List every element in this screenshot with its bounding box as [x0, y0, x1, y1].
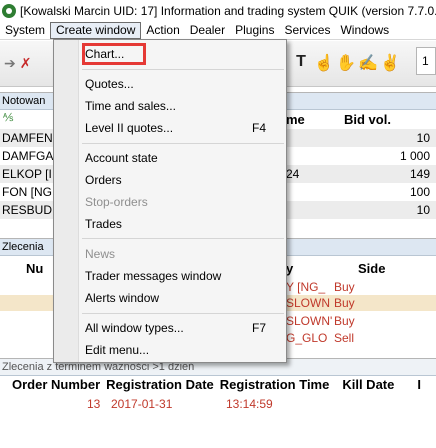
menu-item-stop-orders: Stop-orders — [85, 195, 148, 209]
column-header-kill-date[interactable]: Kill Date — [342, 377, 394, 395]
hand-icon[interactable]: ☝ — [314, 53, 334, 73]
column-header-next[interactable]: I — [417, 377, 421, 395]
menu-item-trades[interactable]: Trades — [85, 215, 122, 233]
menu-action[interactable]: Action — [141, 22, 184, 39]
cell-registration-date: 2017-01-31 — [111, 397, 173, 411]
menu-dealer[interactable]: Dealer — [185, 22, 230, 39]
arrow-right-icon[interactable]: ➔ — [4, 55, 16, 72]
menu-item-chart[interactable]: Chart... — [85, 45, 124, 63]
hand-edit-icon[interactable]: ✍ — [358, 53, 378, 73]
column-header-registration-time[interactable]: Registration Time — [220, 377, 330, 395]
shortcut-f4: F4 — [251, 121, 266, 135]
column-header-order-number[interactable]: Order Number — [12, 377, 100, 395]
menu-item-level-ii-quotes[interactable]: Level II quotes... — [85, 119, 173, 137]
menu-item-news: News — [85, 247, 116, 261]
menu-system[interactable]: System — [0, 22, 50, 39]
column-header-name[interactable]: me — [286, 112, 305, 127]
menu-item-all-window-types[interactable]: All window types... — [85, 319, 184, 337]
quik-app-icon — [2, 3, 16, 18]
column-header-side[interactable]: Side — [358, 261, 385, 276]
menu-item-edit-menu[interactable]: Edit menu... — [85, 341, 149, 359]
filter-icon: ⅍ — [3, 112, 14, 124]
title-bar: [Kowalski Marcin UID: 17] Information an… — [0, 0, 436, 21]
menu-item-orders[interactable]: Orders — [85, 171, 122, 189]
menu-create-window[interactable]: Create window — [50, 21, 142, 39]
cancel-order-icon[interactable]: ✗ — [20, 55, 32, 72]
column-header-number[interactable]: Nu — [26, 261, 43, 276]
menu-bar: System Create window Action Dealer Plugi… — [0, 21, 436, 40]
menu-item-alerts-window[interactable]: Alerts window — [85, 289, 159, 307]
column-header-registration-date[interactable]: Registration Date — [106, 377, 214, 395]
menu-item-trader-messages-window[interactable]: Trader messages window — [85, 267, 221, 285]
menu-item-quotes[interactable]: Quotes... — [85, 75, 134, 93]
menu-plugins[interactable]: Plugins — [230, 22, 279, 39]
menu-services[interactable]: Services — [279, 22, 335, 39]
hand-ok-icon[interactable]: ✌ — [380, 53, 400, 73]
column-header-account[interactable]: y — [286, 261, 293, 276]
dated-orders-panel: Zlecenia z terminem ważności >1 dzień Or… — [0, 358, 436, 448]
column-header-bid-vol[interactable]: Bid vol. — [344, 112, 391, 127]
text-tool-icon[interactable]: T — [292, 53, 310, 73]
menu-item-account-state[interactable]: Account state — [85, 149, 158, 167]
shortcut-f7: F7 — [251, 321, 266, 335]
menu-item-time-and-sales[interactable]: Time and sales... — [85, 97, 176, 115]
hand-stop-icon[interactable]: ✋ — [336, 53, 356, 73]
create-window-dropdown: Chart... Quotes... Time and sales... Lev… — [53, 39, 287, 363]
cell-order-number: 13 — [87, 397, 101, 411]
toolbar-value-field[interactable]: 1 — [416, 47, 436, 75]
window-title: [Kowalski Marcin UID: 17] Information an… — [20, 3, 436, 18]
cell-registration-time: 13:14:59 — [226, 397, 273, 411]
menu-windows[interactable]: Windows — [335, 22, 394, 39]
